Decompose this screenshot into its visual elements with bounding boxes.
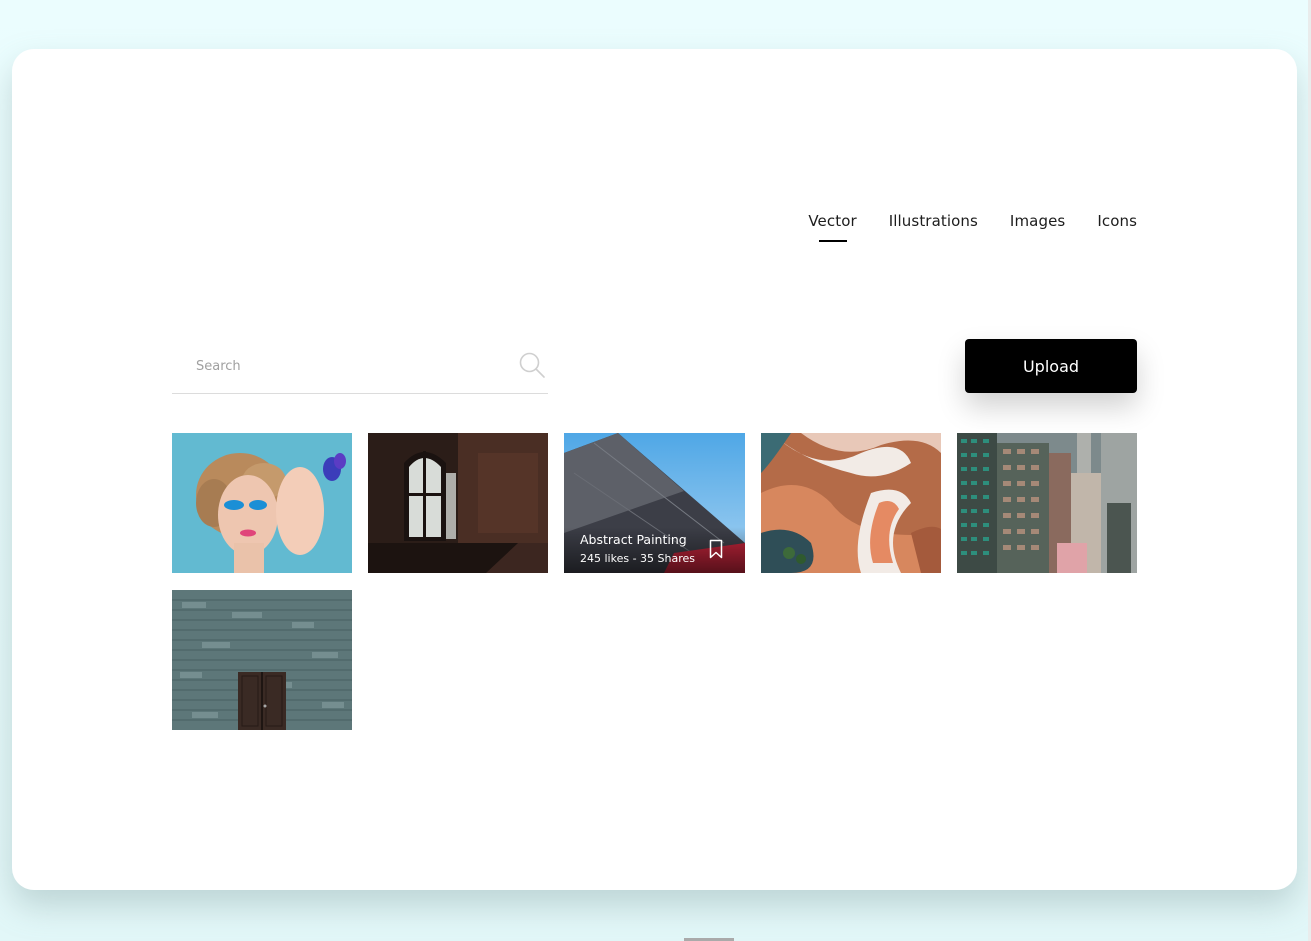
- category-tabs: Vector Illustrations Images Icons: [808, 212, 1137, 238]
- dark-room-image: [368, 433, 548, 573]
- gallery-image-5[interactable]: [957, 433, 1137, 573]
- tab-images[interactable]: Images: [1010, 212, 1065, 238]
- search-input[interactable]: [172, 351, 526, 381]
- main-card: Vector Illustrations Images Icons Upload: [12, 49, 1297, 890]
- image-title: Abstract Painting: [580, 532, 687, 547]
- gallery-image-3[interactable]: Abstract Painting 245 likes - 35 Shares: [564, 433, 745, 573]
- gallery-image-2[interactable]: [368, 433, 548, 573]
- search-icon[interactable]: [518, 351, 546, 379]
- bookmark-icon[interactable]: [709, 539, 723, 559]
- woman-portrait-image: [172, 433, 352, 573]
- tab-illustrations[interactable]: Illustrations: [889, 212, 978, 238]
- gallery-image-6[interactable]: [172, 590, 352, 730]
- aerial-landscape-image: [761, 433, 941, 573]
- gallery-image-4[interactable]: [761, 433, 941, 573]
- tab-icons[interactable]: Icons: [1097, 212, 1137, 238]
- image-stats: 245 likes - 35 Shares: [580, 552, 696, 565]
- tab-vector[interactable]: Vector: [808, 212, 856, 238]
- stone-wall-door-image: [172, 590, 352, 730]
- search-bar: [172, 351, 548, 394]
- upload-button[interactable]: Upload: [965, 339, 1137, 393]
- gallery-image-1[interactable]: [172, 433, 352, 573]
- city-buildings-image: [957, 433, 1137, 573]
